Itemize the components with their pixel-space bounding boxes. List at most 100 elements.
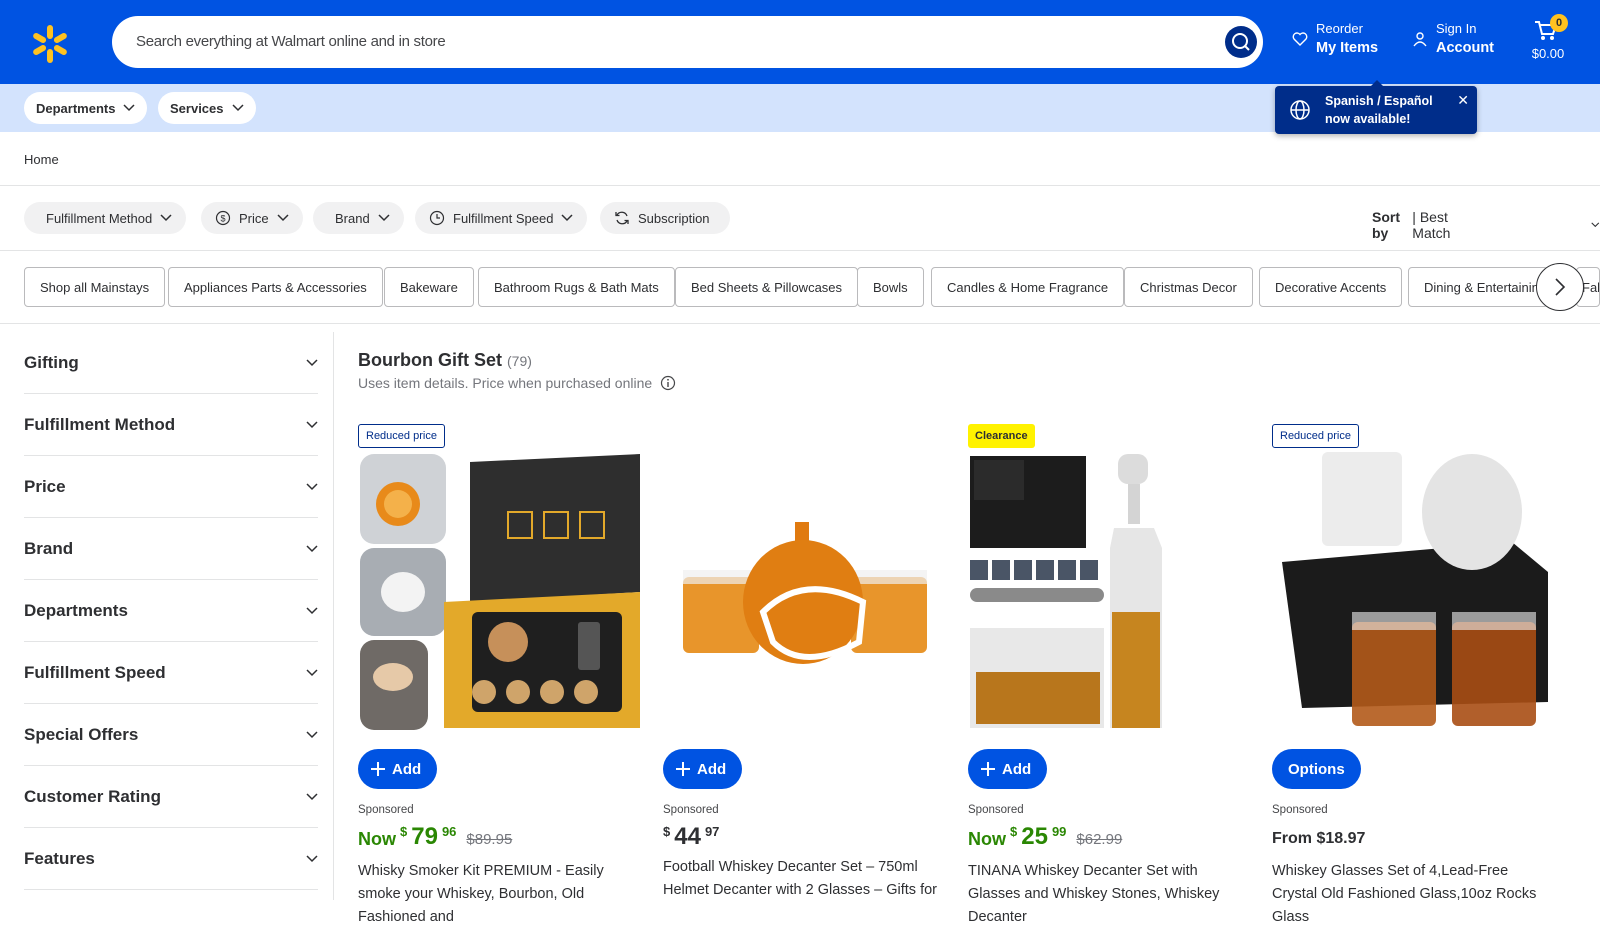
facet-fulfillment-method[interactable]: Fulfillment Method [24, 394, 318, 456]
chip-bakeware[interactable]: Bakeware [384, 267, 474, 307]
facet-brand[interactable]: Brand [24, 518, 318, 580]
now-label: Now [358, 829, 396, 849]
globe-icon [1290, 100, 1310, 120]
header: Search everything at Walmart online and … [0, 0, 1600, 84]
add-to-cart-button[interactable]: Add [968, 749, 1048, 789]
chip-christmas-decor[interactable]: Christmas Decor [1124, 267, 1253, 307]
product-price: Now $79 96 $89.95 [358, 824, 512, 850]
reorder-my-items-link[interactable]: Reorder My Items [1292, 20, 1378, 58]
facet-label: Customer Rating [24, 786, 161, 806]
plus-icon [371, 762, 385, 776]
product-title[interactable]: Whisky Smoker Kit PREMIUM - Easily smoke… [358, 860, 640, 929]
chip-dining-entertaining[interactable]: Dining & Entertaining [1408, 267, 1548, 307]
chevron-down-icon [306, 544, 318, 552]
filter-label: Fulfillment Speed [453, 210, 554, 226]
filter-fulfillment-method[interactable]: Fulfillment Method [24, 202, 187, 234]
filter-subscription[interactable]: Subscription [600, 202, 730, 234]
info-icon[interactable] [660, 375, 676, 391]
product-card[interactable]: Clearance Add Sponsored Now $25 99 $62.99… [968, 424, 1250, 925]
refresh-icon [615, 211, 629, 225]
account-link[interactable]: Sign In Account [1412, 20, 1494, 58]
chip-candles[interactable]: Candles & Home Fragrance [931, 267, 1125, 307]
facet-label: Fulfillment Method [24, 414, 176, 434]
add-to-cart-button[interactable]: Add [663, 749, 743, 789]
results-subtitle: Uses item details. Price when purchased … [358, 375, 676, 391]
clearance-tag: Clearance [968, 424, 1035, 448]
product-title[interactable]: Whiskey Glasses Set of 4,Lead-Free Cryst… [1272, 860, 1554, 929]
now-label: Now [968, 829, 1006, 849]
breadcrumb[interactable]: Home [24, 152, 59, 167]
chevron-down-icon [231, 104, 244, 112]
chip-decorative-accents[interactable]: Decorative Accents [1259, 267, 1403, 307]
filter-label: Price [239, 210, 269, 226]
filter-price[interactable]: $ Price [201, 202, 303, 234]
plus-icon [981, 762, 995, 776]
was-price: $89.95 [466, 831, 513, 848]
sponsored-label: Sponsored [968, 804, 1024, 816]
currency-symbol: $ [1010, 824, 1018, 839]
chevron-down-icon [306, 606, 318, 614]
sponsored-label: Sponsored [1272, 804, 1328, 816]
product-price: Now $25 99 $62.99 [968, 824, 1122, 850]
sort-by-dropdown[interactable]: Sort by | Best Match [1372, 209, 1600, 241]
walmart-spark-logo[interactable] [30, 24, 70, 64]
chips-next-button[interactable] [1536, 263, 1584, 311]
cart-button[interactable]: 0 $0.00 [1528, 14, 1568, 66]
filter-fulfillment-speed[interactable]: Fulfillment Speed [415, 202, 588, 234]
chevron-down-icon [123, 104, 135, 112]
sponsored-label: Sponsored [663, 804, 719, 816]
services-label: Services [170, 100, 224, 116]
product-card[interactable]: Add Sponsored $44 97 Football Whiskey Dec… [663, 424, 945, 900]
chip-shop-all-mainstays[interactable]: Shop all Mainstays [24, 267, 166, 307]
svg-text:$: $ [220, 214, 225, 224]
reorder-label: Reorder [1316, 21, 1363, 36]
product-title[interactable]: TINANA Whiskey Decanter Set with Glasses… [968, 860, 1250, 929]
chevron-down-icon [306, 668, 318, 676]
sort-value: | Best Match [1412, 209, 1451, 241]
chevron-down-icon [160, 214, 172, 222]
product-image-whiskey-glasses-set[interactable] [1272, 452, 1554, 732]
chip-bed-sheets[interactable]: Bed Sheets & Pillowcases [675, 267, 859, 307]
close-icon[interactable]: ✕ [1457, 92, 1469, 109]
chip-bowls[interactable]: Bowls [857, 267, 924, 307]
product-title[interactable]: Football Whiskey Decanter Set – 750ml He… [663, 856, 945, 902]
chevron-down-icon [561, 214, 573, 222]
product-image-tinana-decanter-set[interactable] [968, 452, 1250, 732]
product-card[interactable]: Reduced price Options Sponsored From $18… [1272, 424, 1554, 925]
departments-dropdown[interactable]: Departments [24, 92, 148, 124]
product-image-whisky-smoker-kit[interactable] [358, 452, 640, 732]
chip-appliances[interactable]: Appliances Parts & Accessories [168, 267, 383, 307]
options-button[interactable]: Options [1272, 749, 1361, 789]
price-dollars: 79 [411, 823, 438, 850]
facet-customer-rating[interactable]: Customer Rating [24, 766, 318, 828]
product-card[interactable]: Reduced price Add Sponsored Now $79 96 $8… [358, 424, 640, 925]
chevron-down-icon [306, 482, 318, 490]
facet-departments[interactable]: Departments [24, 580, 318, 642]
filter-brand[interactable]: Brand [313, 202, 404, 234]
was-price: $62.99 [1076, 831, 1123, 848]
facet-fulfillment-speed[interactable]: Fulfillment Speed [24, 642, 318, 704]
price-dollars: 25 [1021, 823, 1048, 850]
facet-gifting[interactable]: Gifting [24, 332, 318, 394]
search-input[interactable]: Search everything at Walmart online and … [112, 16, 1263, 68]
heart-icon [1292, 32, 1308, 46]
my-items-label: My Items [1316, 40, 1379, 56]
sort-label: Sort by [1372, 209, 1400, 241]
chevron-down-icon [306, 854, 318, 862]
facet-label: Fulfillment Speed [24, 662, 166, 682]
facet-label: Brand [24, 538, 74, 558]
search-button[interactable] [1225, 26, 1257, 58]
product-image-football-decanter[interactable] [663, 452, 945, 732]
add-to-cart-button[interactable]: Add [358, 749, 438, 789]
facet-label: Gifting [24, 352, 79, 372]
chip-bathroom-rugs[interactable]: Bathroom Rugs & Bath Mats [478, 267, 675, 307]
facet-label: Departments [24, 600, 128, 620]
add-label: Add [392, 760, 422, 778]
facet-features[interactable]: Features [24, 828, 318, 890]
facet-label: Price [24, 476, 66, 496]
facet-price[interactable]: Price [24, 456, 318, 518]
services-dropdown[interactable]: Services [158, 92, 256, 124]
language-toast: Spanish / Español now available! ✕ [1275, 80, 1477, 134]
chevron-down-icon [306, 420, 318, 428]
facet-special-offers[interactable]: Special Offers [24, 704, 318, 766]
